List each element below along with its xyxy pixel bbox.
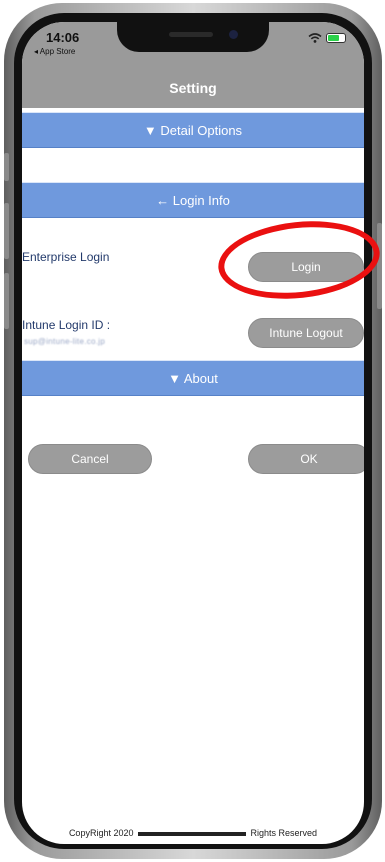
page-title: Setting bbox=[169, 80, 217, 96]
volume-down-button bbox=[4, 273, 9, 329]
power-button bbox=[377, 223, 382, 309]
battery-icon bbox=[326, 33, 346, 43]
intune-login-id-label: Intune Login ID : bbox=[22, 318, 111, 332]
volume-up-button bbox=[4, 203, 9, 259]
redaction-bar bbox=[138, 831, 246, 836]
cancel-button[interactable]: Cancel bbox=[28, 444, 152, 474]
about-label: ▼ About bbox=[168, 370, 218, 386]
enterprise-login-label: Enterprise Login bbox=[22, 250, 110, 264]
copyright-text-right: Rights Reserved bbox=[250, 828, 318, 838]
app-screen: 14:06 ◂ App Store Setting ▼ Detail Optio… bbox=[22, 22, 364, 844]
about-section-toggle[interactable]: ▼ About bbox=[22, 360, 364, 396]
status-icons bbox=[308, 33, 346, 43]
detail-options-section-toggle[interactable]: ▼ Detail Options bbox=[22, 112, 364, 148]
back-to-app-link[interactable]: ◂ App Store bbox=[34, 47, 75, 56]
intune-logout-button[interactable]: Intune Logout bbox=[248, 318, 364, 348]
speaker-grille bbox=[169, 32, 213, 37]
status-time: 14:06 bbox=[46, 30, 80, 45]
navigation-header: 14:06 ◂ App Store Setting bbox=[22, 22, 364, 108]
login-info-label: ← Login Info bbox=[156, 192, 230, 208]
login-info-section-toggle[interactable]: ← Login Info bbox=[22, 182, 364, 218]
wifi-icon bbox=[308, 33, 322, 43]
copyright-text-left: CopyRight 2020 bbox=[68, 828, 134, 838]
copyright-footer: CopyRight 2020 Rights Reserved bbox=[22, 828, 364, 838]
ok-button[interactable]: OK bbox=[248, 444, 364, 474]
mute-switch bbox=[4, 153, 9, 181]
intune-login-email: sup@intune-lite.co.jp bbox=[24, 337, 106, 346]
front-camera bbox=[229, 30, 238, 39]
notch bbox=[117, 22, 269, 52]
detail-options-label: ▼ Detail Options bbox=[143, 122, 243, 138]
